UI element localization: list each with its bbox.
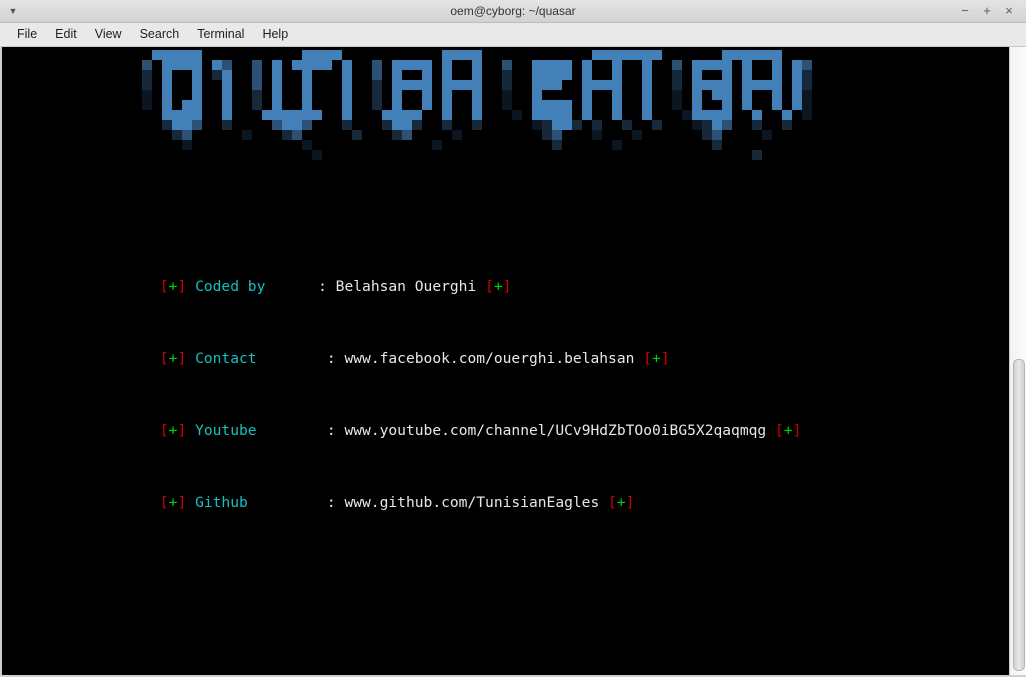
pad [248, 494, 327, 511]
info-value: Belahsan Ouerghi [335, 278, 477, 295]
bracket-open: [ [485, 278, 494, 295]
banner-row [142, 100, 812, 110]
menubar: File Edit View Search Terminal Help [0, 23, 1026, 47]
menu-item-view[interactable]: View [86, 23, 131, 46]
bracket-close: ] [502, 278, 512, 295]
menu-item-edit[interactable]: Edit [46, 23, 86, 46]
separator: : [326, 350, 336, 367]
banner-row [142, 60, 812, 70]
pad [257, 350, 327, 367]
info-row-coded-by: [+] Coded by : Belahsan Ouerghi [+] [72, 260, 801, 295]
bracket-close: ] [177, 278, 187, 295]
info-label: Youtube [195, 422, 257, 439]
info-row-github: [+] Github : www.github.com/TunisianEagl… [72, 476, 801, 511]
menu-item-help[interactable]: Help [253, 23, 297, 46]
plus-icon: + [616, 494, 626, 511]
menu-item-search[interactable]: Search [131, 23, 189, 46]
bracket-close: ] [177, 350, 187, 367]
bracket-open: [ [159, 422, 169, 439]
banner-row [142, 130, 812, 140]
vertical-scrollbar[interactable] [1009, 47, 1026, 675]
triangle-down-icon[interactable]: ▼ [0, 0, 26, 22]
banner-row [142, 110, 812, 120]
bracket-close: ] [177, 494, 187, 511]
separator: : [318, 278, 327, 295]
bracket-close: ] [660, 350, 670, 367]
info-row-youtube: [+] Youtube : www.youtube.com/channel/UC… [72, 404, 802, 439]
bracket-open: [ [159, 350, 169, 367]
info-value: www.facebook.com/ouerghi.belahsan [344, 350, 635, 367]
plus-icon: + [783, 422, 793, 439]
terminal-screen[interactable]: [+] Coded by : Belahsan Ouerghi [+] [+] … [2, 47, 1009, 675]
bracket-close: ] [792, 422, 802, 439]
window-titlebar: ▼ oem@cyborg: ~/quasar − + × [0, 0, 1026, 23]
bracket-open: [ [159, 494, 169, 511]
info-label: Coded by [195, 278, 266, 295]
quasar-ascii-banner [142, 50, 812, 160]
minimize-button[interactable]: − [954, 0, 976, 22]
window-title: oem@cyborg: ~/quasar [450, 4, 576, 18]
pad [257, 422, 327, 439]
maximize-button[interactable]: + [976, 0, 998, 22]
separator: : [326, 494, 336, 511]
info-value: www.youtube.com/channel/UCv9HdZbTOo0iBG5… [344, 422, 767, 439]
bracket-open: [ [643, 350, 653, 367]
bracket-open: [ [608, 494, 617, 511]
window-controls: − + × [954, 0, 1020, 22]
info-value: www.github.com/TunisianEagles [344, 494, 600, 511]
plus-icon: + [493, 278, 503, 295]
separator: : [326, 422, 336, 439]
pad [265, 278, 318, 295]
plus-icon: + [652, 350, 661, 367]
close-button[interactable]: × [998, 0, 1020, 22]
banner-row [142, 90, 812, 100]
banner-row [142, 50, 812, 60]
banner-row [142, 150, 812, 160]
banner-row [142, 70, 812, 80]
terminal-body: [+] Coded by : Belahsan Ouerghi [+] [+] … [0, 47, 1026, 677]
info-row-contact: [+] Contact : www.facebook.com/ouerghi.b… [72, 332, 801, 367]
info-label: Github [195, 494, 248, 511]
banner-row [142, 120, 812, 130]
banner-row [142, 80, 812, 90]
bracket-open: [ [775, 422, 784, 439]
info-label: Contact [195, 350, 257, 367]
terminal-output: [+] Coded by : Belahsan Ouerghi [+] [+] … [72, 188, 802, 675]
bracket-open: [ [159, 278, 169, 295]
menu-item-file[interactable]: File [8, 23, 46, 46]
banner-row [142, 140, 812, 150]
bracket-close: ] [177, 422, 187, 439]
scroll-thumb[interactable] [1013, 359, 1025, 671]
menu-item-terminal[interactable]: Terminal [188, 23, 253, 46]
terminal-window: ▼ oem@cyborg: ~/quasar − + × File Edit V… [0, 0, 1026, 677]
bracket-close: ] [625, 494, 635, 511]
